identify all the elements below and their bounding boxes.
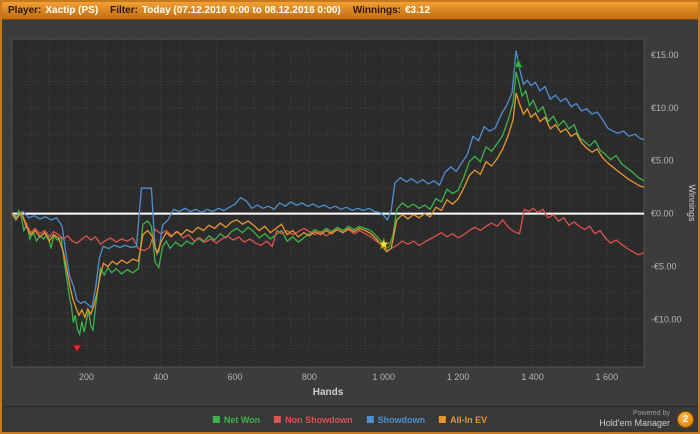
chart-panel: 200 400 600 800 1 000 1 200 1 400 1 600 Hands €15… (2, 20, 698, 406)
legend-swatch (274, 416, 282, 423)
brand-name: Hold'em Manager (599, 418, 670, 429)
y-tick-label: €5.00 (651, 156, 674, 166)
y-axis-title: Winnings (687, 184, 696, 222)
y-tick-label: -€5.00 (651, 261, 677, 271)
legend-item-non-showdown[interactable]: Non Showdown (274, 415, 353, 425)
chart-svg: 200 400 600 800 1 000 1 200 1 400 1 600 Hands €15… (11, 38, 697, 398)
winnings-label: Winnings: (352, 5, 401, 16)
chart-legend: Net Won Non Showdown Showdown All-In EV (212, 414, 487, 425)
legend-label: Showdown (377, 414, 426, 425)
x-axis-title: Hands (313, 387, 344, 398)
filter-value: Today (07.12.2016 0:00 to 08.12.2016 0:0… (141, 5, 341, 16)
x-tick-label: 1 000 (372, 372, 395, 382)
window-titlebar[interactable]: Player: Xactip (PS) Filter: Today (07.12… (2, 2, 698, 20)
filter-label: Filter: (110, 5, 138, 16)
legend-swatch (212, 416, 220, 423)
y-tick-label: €10.00 (651, 103, 679, 113)
x-tick-label: 1 200 (447, 372, 470, 382)
legend-label: Non Showdown (285, 414, 353, 425)
x-tick-label: 1 600 (596, 372, 619, 382)
y-tick-label: €0.00 (651, 209, 674, 219)
branding: Powered by Hold'em Manager (599, 410, 670, 428)
legend-item-all-in-ev[interactable]: All-In EV (439, 415, 487, 425)
hm2-logo-badge: 2 (677, 411, 694, 428)
x-tick-label: 200 (79, 372, 94, 382)
x-tick-label: 800 (302, 372, 317, 382)
x-tick-label: 600 (228, 372, 243, 382)
legend-label: Net Won (223, 414, 261, 425)
hm2-logo-number: 2 (682, 414, 689, 425)
legend-swatch (366, 416, 374, 423)
y-tick-label: -€10.00 (651, 314, 682, 324)
legend-item-net-won[interactable]: Net Won (212, 414, 261, 425)
y-tick-label: €15.00 (651, 50, 679, 60)
footer-bar: Net Won Non Showdown Showdown All-In EV Pow… (2, 406, 698, 432)
x-tick-label: 1 400 (521, 372, 544, 382)
legend-item-showdown[interactable]: Showdown (366, 414, 426, 425)
legend-label: All-In EV (450, 414, 488, 425)
powered-by-label: Powered by (633, 410, 670, 417)
legend-swatch (439, 416, 447, 423)
hm2-graph-window: Player: Xactip (PS) Filter: Today (07.12… (0, 0, 700, 434)
player-value: Xactip (PS) (45, 5, 99, 16)
winnings-value: €3.12 (405, 5, 431, 16)
player-label: Player: (8, 5, 42, 16)
plot-area (11, 38, 645, 368)
x-tick-label: 400 (153, 372, 168, 382)
